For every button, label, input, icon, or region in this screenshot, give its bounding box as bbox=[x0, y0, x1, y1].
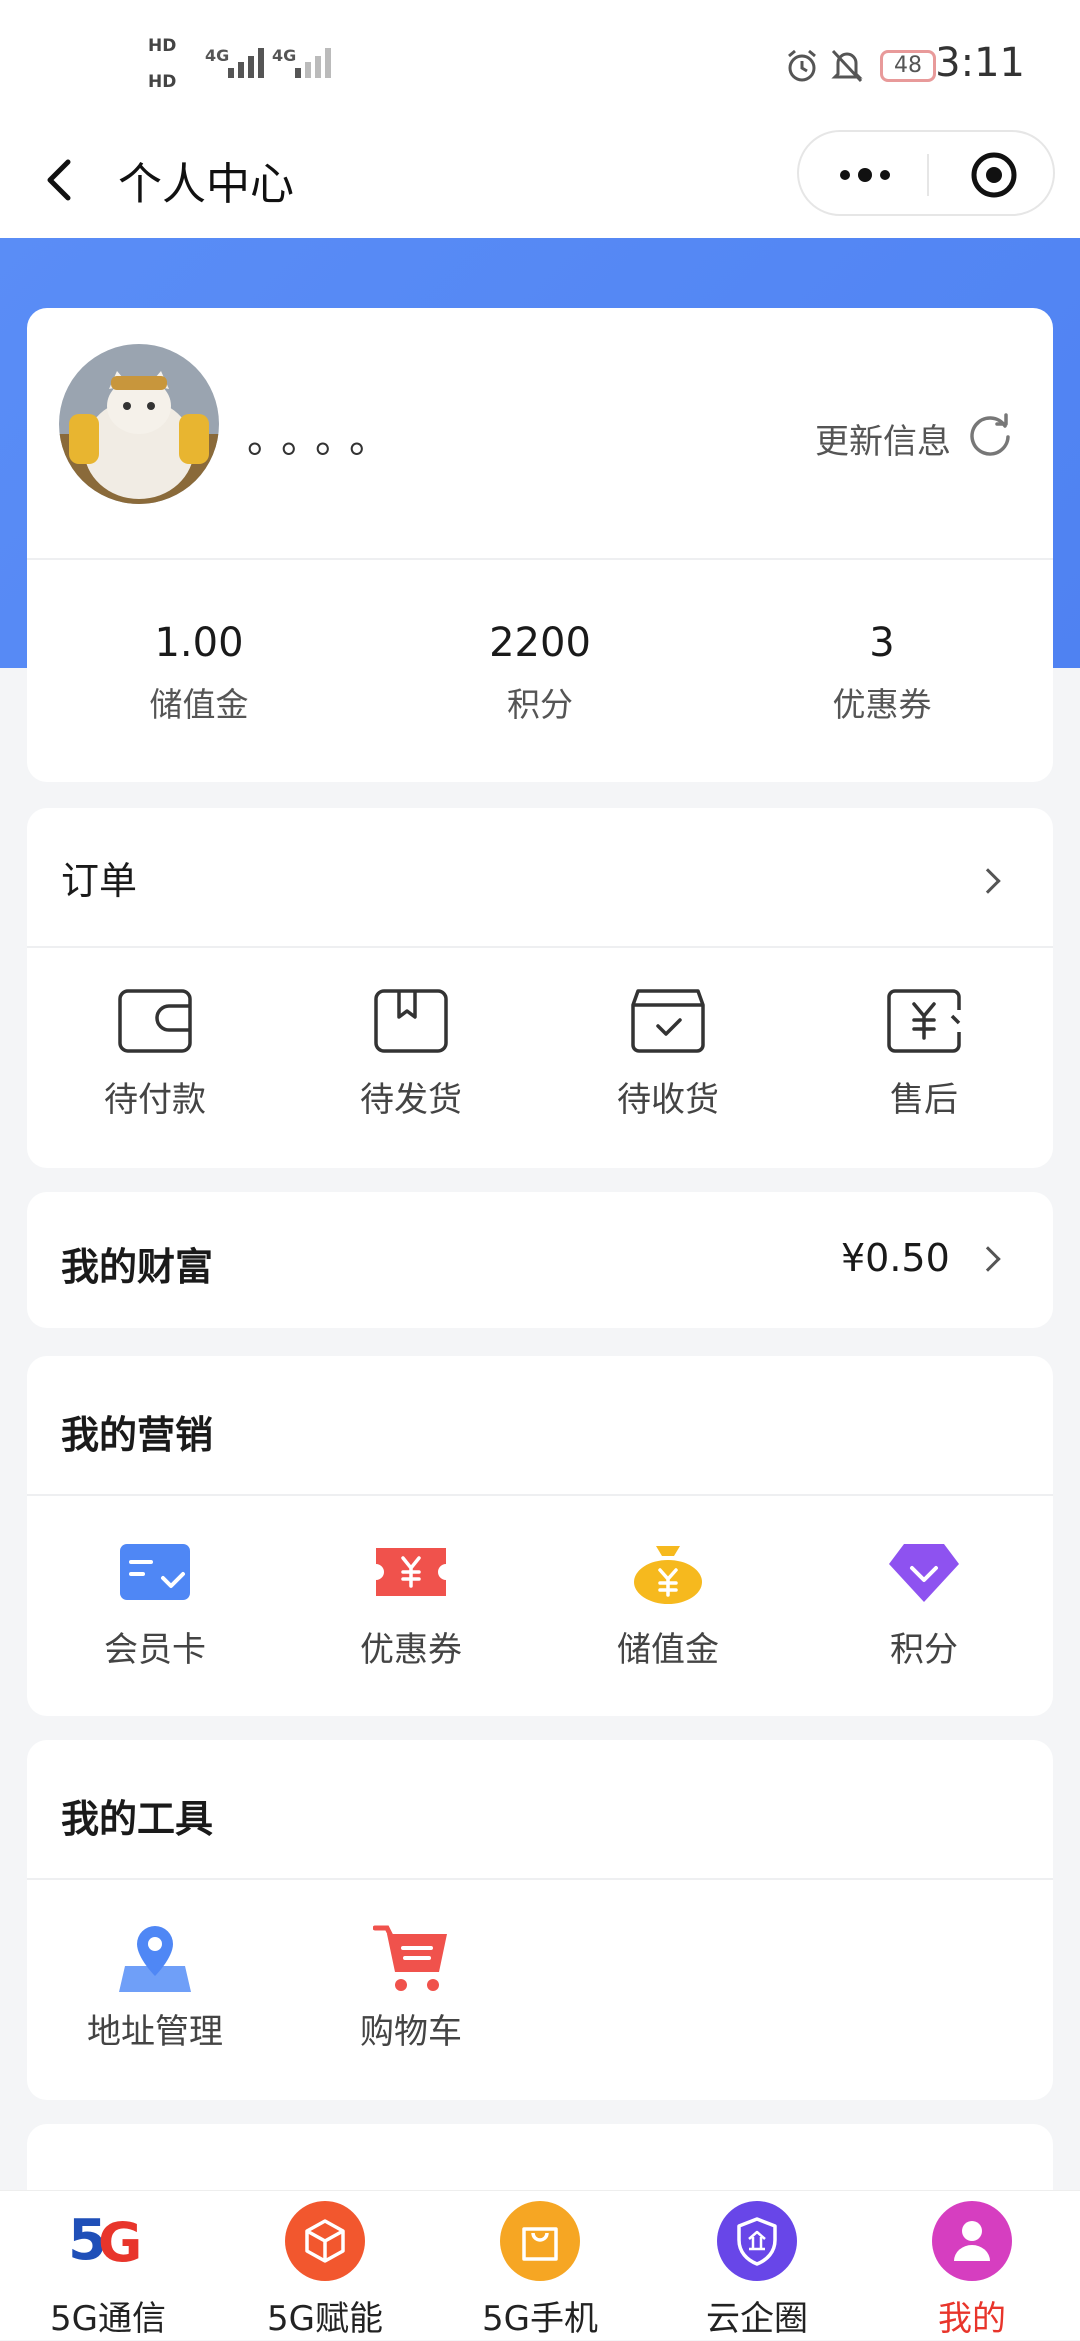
tools-title: 我的工具 bbox=[61, 1797, 214, 1841]
marketing-coupon[interactable]: 优惠券 bbox=[311, 1540, 511, 1671]
location-icon bbox=[119, 1926, 191, 1992]
capsule-divider bbox=[927, 154, 929, 196]
marketing-title: 我的营销 bbox=[61, 1413, 214, 1457]
signal-icon-secondary bbox=[295, 48, 331, 78]
marketing-points[interactable]: 积分 bbox=[824, 1540, 1024, 1671]
nickname: 。。。。 bbox=[247, 416, 403, 462]
hd-indicator-1: HD bbox=[148, 36, 177, 56]
order-label: 待发货 bbox=[360, 1080, 462, 1120]
order-label: 售后 bbox=[890, 1080, 958, 1120]
tab-cloud-enterprise[interactable]: 云企圈 bbox=[667, 2191, 847, 2341]
refresh-icon[interactable] bbox=[967, 412, 1013, 458]
order-label: 待付款 bbox=[104, 1080, 206, 1120]
mini-program-capsule bbox=[797, 130, 1055, 216]
marketing-label: 储值金 bbox=[617, 1630, 719, 1670]
tool-label: 购物车 bbox=[360, 2012, 462, 2052]
signal-icon bbox=[228, 48, 264, 78]
network-type-2: 4G bbox=[272, 46, 297, 65]
tools-divider bbox=[27, 1878, 1053, 1880]
cube-icon bbox=[305, 2219, 345, 2263]
stat-value: 1.00 bbox=[154, 620, 244, 666]
money-bag-icon bbox=[634, 1546, 702, 1604]
5g-logo-icon: 5 G bbox=[68, 2208, 142, 2273]
marketing-member-card[interactable]: 会员卡 bbox=[55, 1540, 255, 1671]
profile-card: 。。。。 更新信息 1.00 储值金 2200 积分 3 优惠券 bbox=[27, 308, 1053, 782]
orders-title[interactable]: 订单 bbox=[61, 850, 137, 905]
tab-5g-empower[interactable]: 5G赋能 bbox=[235, 2191, 415, 2341]
bottom-tab-bar: 5 G 5G通信 5G赋能 5G手机 云企圈 我的 bbox=[0, 2190, 1080, 2340]
orders-chevron-icon[interactable] bbox=[975, 868, 1001, 894]
wealth-title: 我的财富 bbox=[61, 1245, 214, 1289]
tab-label: 我的 bbox=[938, 2299, 1006, 2339]
stat-points[interactable]: 2200 积分 bbox=[440, 620, 640, 726]
tab-label: 5G手机 bbox=[482, 2299, 598, 2339]
order-pending-payment[interactable]: 待付款 bbox=[55, 988, 255, 1121]
tab-label: 5G赋能 bbox=[267, 2299, 383, 2339]
wallet-icon bbox=[118, 989, 192, 1053]
tab-5g-phone[interactable]: 5G手机 bbox=[450, 2191, 630, 2341]
marketing-label: 积分 bbox=[890, 1630, 958, 1670]
stat-value: 2200 bbox=[489, 620, 591, 666]
tab-label: 云企圈 bbox=[706, 2299, 808, 2339]
wealth-chevron-icon[interactable] bbox=[975, 1246, 1001, 1272]
network-type-1: 4G bbox=[205, 46, 230, 65]
svg-text:G: G bbox=[98, 2211, 142, 2273]
wealth-card[interactable]: 我的财富 ¥0.50 bbox=[27, 1192, 1053, 1328]
tools-card: 我的工具 地址管理 购物车 bbox=[27, 1740, 1053, 2100]
status-time: 3:11 bbox=[935, 40, 1025, 86]
status-bar: HD HD 4G 4G 48 3:11 bbox=[0, 0, 1080, 130]
more-icon[interactable] bbox=[835, 160, 895, 190]
battery-indicator: 48 bbox=[880, 50, 936, 82]
member-card-icon bbox=[120, 1544, 190, 1600]
package-icon bbox=[374, 989, 448, 1053]
tab-label: 5G通信 bbox=[50, 2299, 166, 2339]
after-sale-icon bbox=[887, 989, 961, 1053]
tool-address-management[interactable]: 地址管理 bbox=[55, 1922, 255, 2053]
nav-bar: 个人中心 bbox=[0, 130, 1080, 238]
avatar[interactable] bbox=[59, 344, 219, 504]
mute-bell-icon bbox=[831, 49, 863, 83]
profile-divider bbox=[27, 558, 1053, 560]
order-after-sale[interactable]: 售后 bbox=[824, 988, 1024, 1121]
stat-stored-value[interactable]: 1.00 储值金 bbox=[99, 620, 299, 726]
wealth-amount: ¥0.50 bbox=[841, 1236, 950, 1280]
diamond-icon bbox=[889, 1544, 959, 1602]
marketing-divider bbox=[27, 1494, 1053, 1496]
marketing-label: 优惠券 bbox=[360, 1630, 462, 1670]
enterprise-shield-icon bbox=[737, 2217, 777, 2266]
user-icon bbox=[954, 2221, 990, 2261]
orders-divider bbox=[27, 946, 1053, 948]
orders-card: 订单 待付款 待发货 待收货 售后 bbox=[27, 808, 1053, 1168]
cart-icon bbox=[373, 1925, 447, 1991]
shopping-bag-icon bbox=[522, 2227, 558, 2261]
order-pending-shipment[interactable]: 待发货 bbox=[311, 988, 511, 1121]
order-label: 待收货 bbox=[617, 1080, 719, 1120]
close-miniprogram-icon[interactable] bbox=[969, 150, 1019, 200]
stat-label: 储值金 bbox=[149, 685, 249, 724]
back-arrow-icon[interactable] bbox=[40, 150, 80, 210]
order-pending-receipt[interactable]: 待收货 bbox=[568, 988, 768, 1121]
hd-indicator-2: HD bbox=[148, 72, 177, 92]
update-info-label[interactable]: 更新信息 bbox=[815, 414, 951, 463]
page-title: 个人中心 bbox=[118, 159, 294, 210]
stat-value: 3 bbox=[869, 620, 895, 666]
tool-label: 地址管理 bbox=[87, 2012, 223, 2052]
coupon-icon bbox=[376, 1548, 446, 1596]
tool-shopping-cart[interactable]: 购物车 bbox=[311, 1922, 511, 2053]
marketing-stored-value[interactable]: 储值金 bbox=[568, 1540, 768, 1671]
alarm-icon bbox=[788, 49, 816, 82]
receive-box-icon bbox=[631, 989, 705, 1053]
stat-coupons[interactable]: 3 优惠券 bbox=[782, 620, 982, 726]
stat-label: 优惠券 bbox=[832, 685, 932, 724]
tab-5g-communication[interactable]: 5 G 5G通信 bbox=[18, 2191, 198, 2341]
tab-mine[interactable]: 我的 bbox=[882, 2191, 1062, 2341]
stat-label: 积分 bbox=[507, 685, 573, 724]
marketing-card: 我的营销 会员卡 优惠券 储值金 积分 bbox=[27, 1356, 1053, 1716]
marketing-label: 会员卡 bbox=[104, 1630, 206, 1670]
